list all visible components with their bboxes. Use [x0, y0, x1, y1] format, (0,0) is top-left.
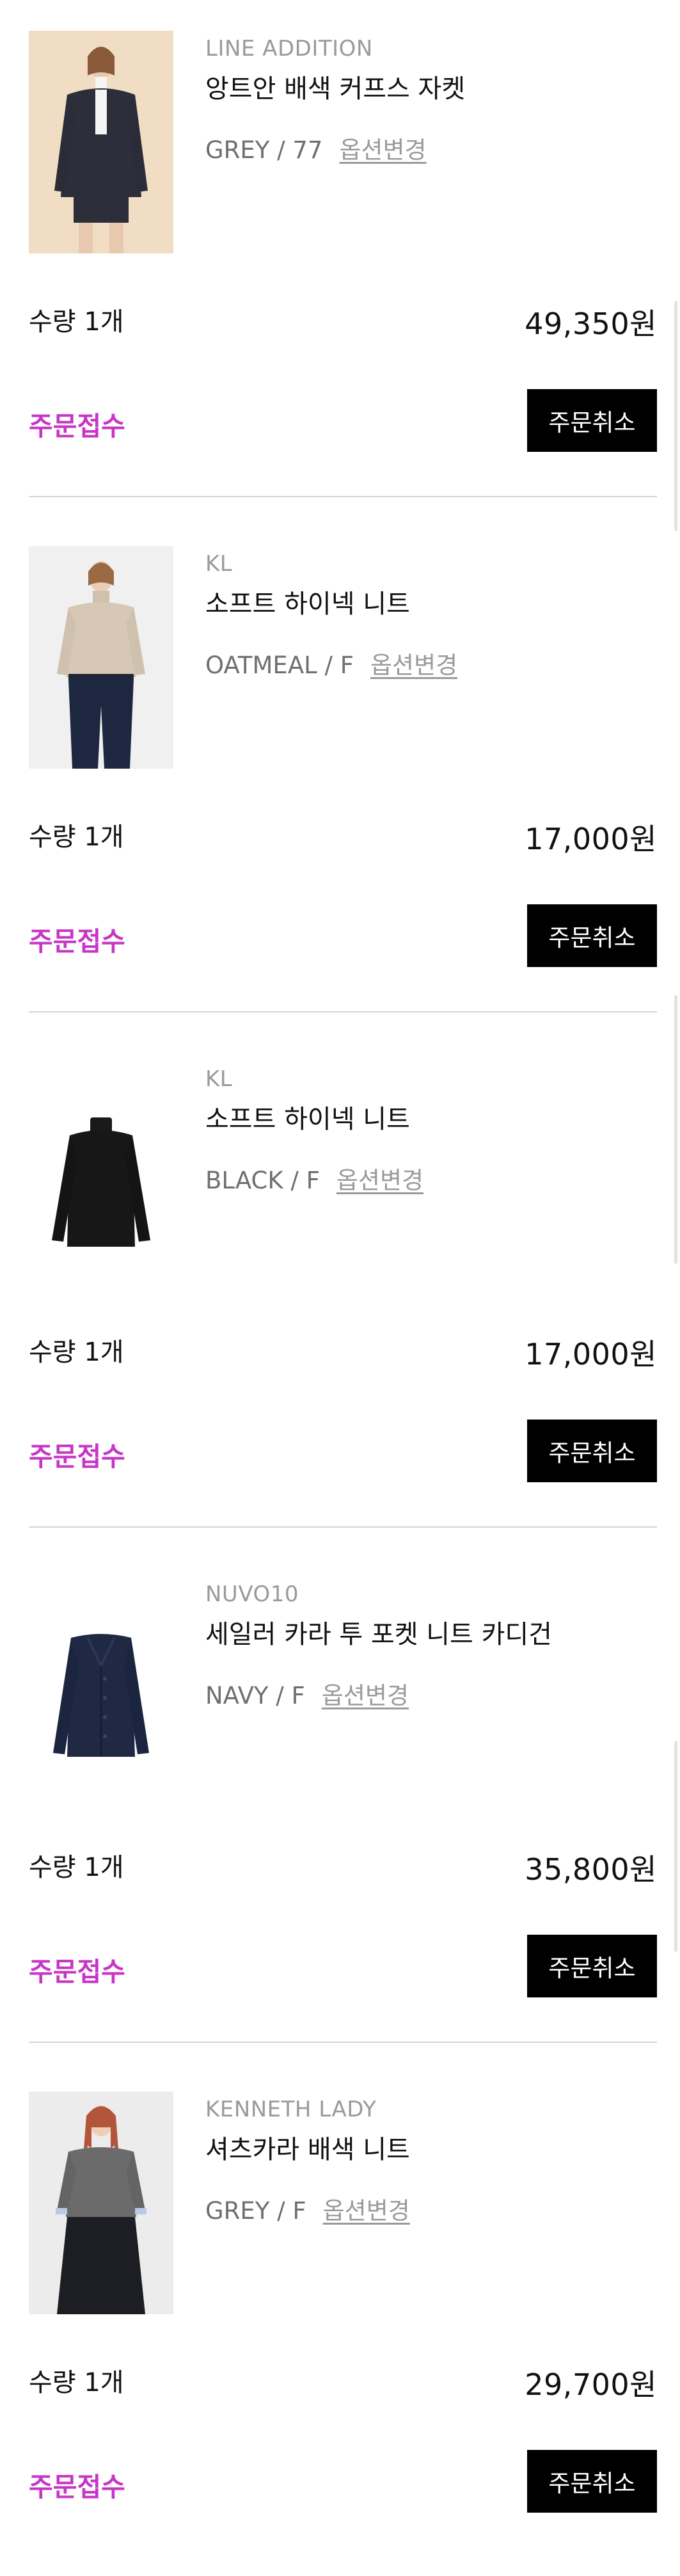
product-name[interactable]: 셔츠카라 배색 니트 — [205, 2129, 410, 2166]
brand-name: KL — [205, 551, 233, 577]
option-value: GREY / 77 — [205, 136, 323, 164]
order-status: 주문접수 — [29, 926, 125, 957]
product-image[interactable] — [29, 1061, 173, 1284]
price: 35,800원 — [525, 1852, 657, 1887]
black-turtleneck-illustration — [29, 1061, 173, 1284]
price: 17,000원 — [525, 1337, 657, 1372]
order-item: KL 소프트 하이넥 니트 OATMEAL / F 옵션변경 수량 1개 17,0… — [0, 515, 680, 1030]
price: 29,700원 — [525, 2367, 657, 2402]
cancel-order-button[interactable]: 주문취소 — [527, 904, 657, 967]
order-status: 주문접수 — [29, 1441, 125, 1472]
product-image[interactable] — [29, 546, 173, 769]
order-item: LINE ADDITION 앙트안 배색 커프스 자켓 GREY / 77 옵션변… — [0, 0, 680, 515]
divider — [29, 496, 657, 497]
quantity-label: 수량 1개 — [29, 2368, 124, 2397]
option-value: NAVY / F — [205, 1682, 305, 1709]
quantity-label: 수량 1개 — [29, 307, 124, 337]
product-image[interactable] — [29, 31, 173, 253]
product-name[interactable]: 세일러 카라 투 포켓 니트 카디건 — [205, 1613, 552, 1651]
cancel-order-button[interactable]: 주문취소 — [527, 2450, 657, 2513]
brand-name: NUVO10 — [205, 1581, 299, 1607]
order-status: 주문접수 — [29, 1956, 125, 1987]
option-value: GREY / F — [205, 2197, 306, 2225]
model-grey-collar-knit-illustration — [29, 2092, 173, 2314]
product-image[interactable] — [29, 2092, 173, 2314]
price: 17,000원 — [525, 822, 657, 856]
option-change-link[interactable]: 옵션변경 — [336, 1167, 423, 1194]
option-value: BLACK / F — [205, 1167, 320, 1194]
option-change-link[interactable]: 옵션변경 — [323, 2197, 410, 2225]
option-change-link[interactable]: 옵션변경 — [339, 136, 426, 164]
price: 49,350원 — [525, 307, 657, 341]
model-grey-jacket-illustration — [29, 31, 173, 253]
option-row: NAVY / F 옵션변경 — [205, 1676, 409, 1711]
option-row: OATMEAL / F 옵션변경 — [205, 646, 457, 680]
divider — [29, 1011, 657, 1012]
quantity-label: 수량 1개 — [29, 1338, 124, 1367]
order-item: KL 소프트 하이넥 니트 BLACK / F 옵션변경 수량 1개 17,000… — [0, 1030, 680, 1546]
scrollbar[interactable] — [674, 1741, 677, 1952]
quantity-label: 수량 1개 — [29, 1853, 124, 1882]
order-item: NUVO10 세일러 카라 투 포켓 니트 카디건 NAVY / F 옵션변경 수… — [0, 1546, 680, 2061]
scrollbar[interactable] — [674, 301, 677, 531]
order-item: KENNETH LADY 셔츠카라 배색 니트 GREY / F 옵션변경 수량 … — [0, 2061, 680, 2576]
divider — [29, 2042, 657, 2043]
quantity-label: 수량 1개 — [29, 822, 124, 852]
brand-name: KENNETH LADY — [205, 2097, 377, 2122]
cancel-order-button[interactable]: 주문취소 — [527, 1420, 657, 1482]
product-name[interactable]: 앙트안 배색 커프스 자켓 — [205, 68, 465, 105]
option-change-link[interactable]: 옵션변경 — [322, 1682, 409, 1709]
divider — [29, 1526, 657, 1528]
cancel-order-button[interactable]: 주문취소 — [527, 389, 657, 452]
brand-name: LINE ADDITION — [205, 36, 373, 61]
cancel-order-button[interactable]: 주문취소 — [527, 1935, 657, 1997]
product-name[interactable]: 소프트 하이넥 니트 — [205, 583, 410, 620]
option-row: BLACK / F 옵션변경 — [205, 1161, 423, 1196]
option-value: OATMEAL / F — [205, 652, 354, 679]
model-oatmeal-knit-illustration — [29, 546, 173, 769]
navy-cardigan-illustration — [29, 1576, 173, 1799]
order-status: 주문접수 — [29, 2472, 125, 2502]
order-status: 주문접수 — [29, 411, 125, 442]
scrollbar[interactable] — [674, 995, 677, 1264]
option-row: GREY / 77 옵션변경 — [205, 131, 427, 165]
product-image[interactable] — [29, 1576, 173, 1799]
option-change-link[interactable]: 옵션변경 — [370, 652, 457, 679]
option-row: GREY / F 옵션변경 — [205, 2191, 410, 2226]
brand-name: KL — [205, 1066, 233, 1092]
product-name[interactable]: 소프트 하이넥 니트 — [205, 1098, 410, 1135]
